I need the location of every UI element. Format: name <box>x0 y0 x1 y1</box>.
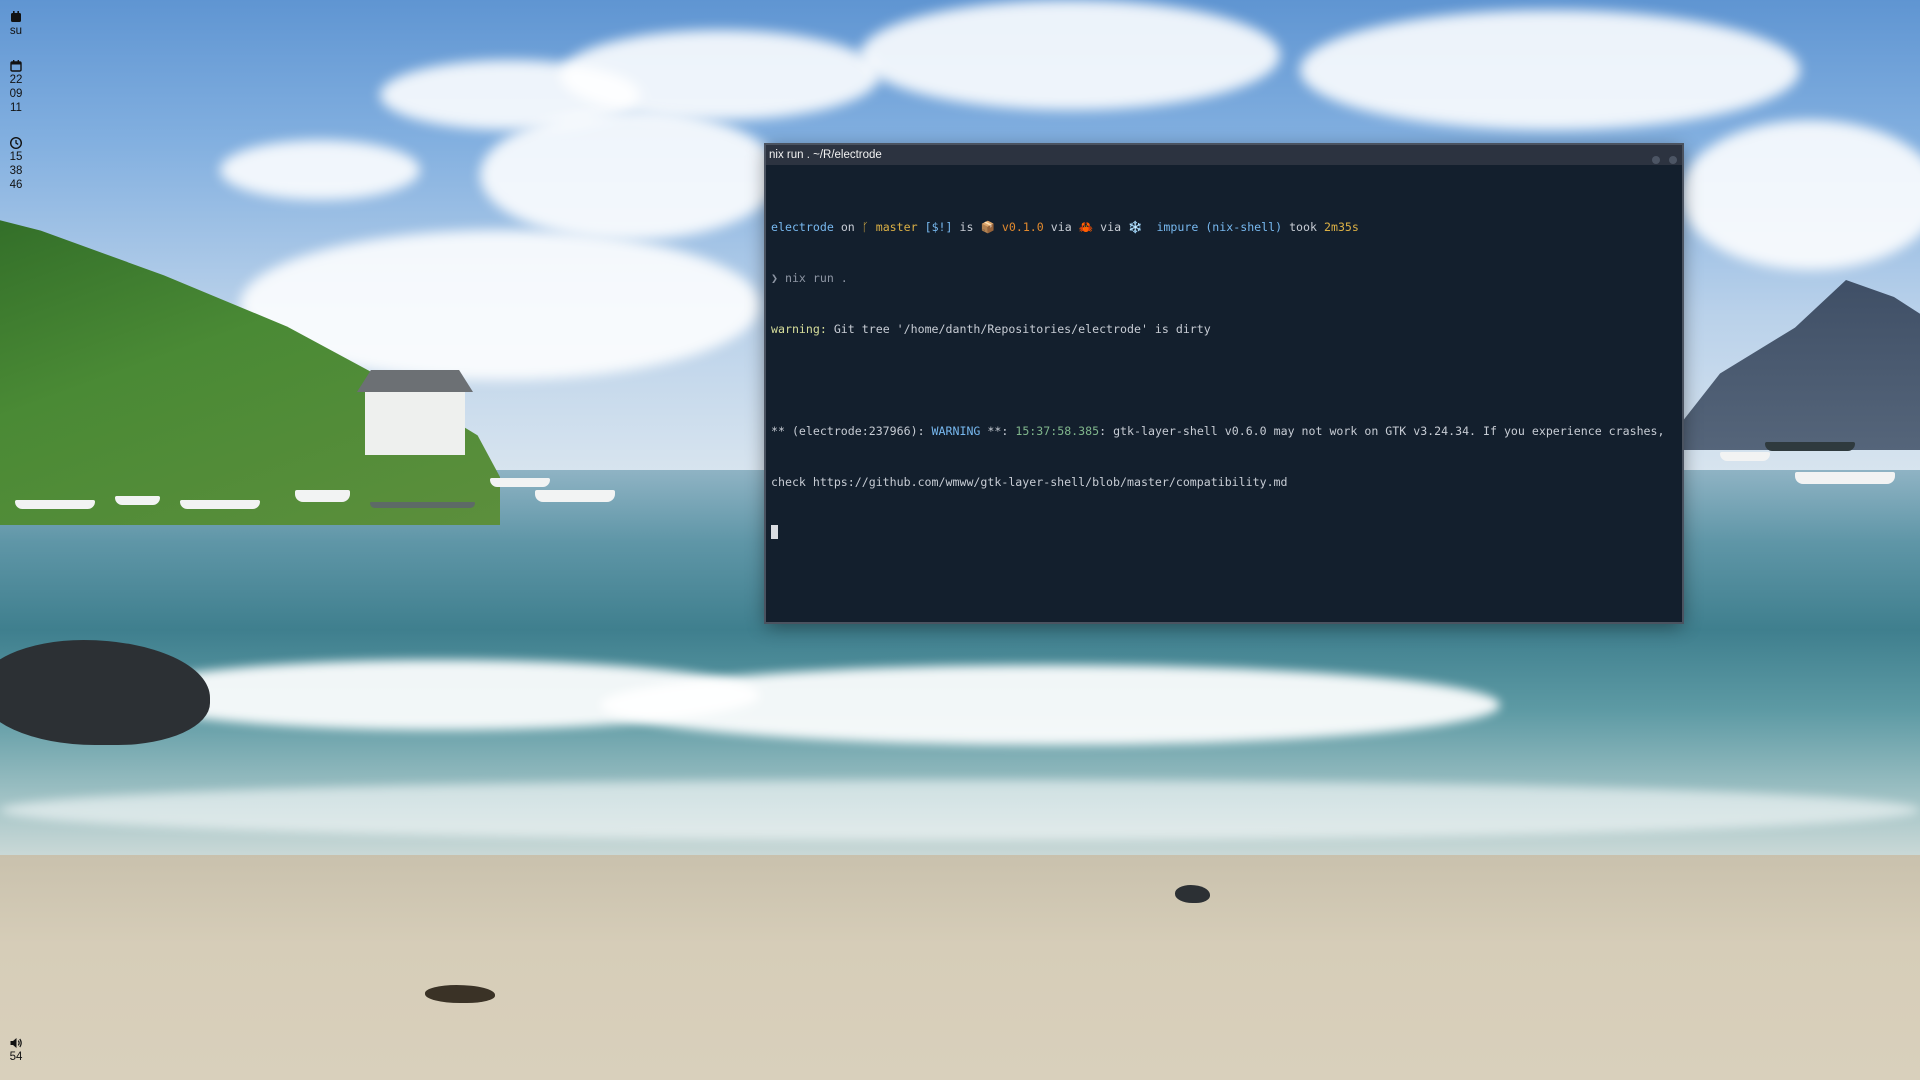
nix-snowflake-icon: ❄️ <box>1128 220 1143 234</box>
weekday-widget: su <box>0 10 32 38</box>
command-text: nix run . <box>784 271 848 285</box>
date-day: 22 <box>9 74 23 86</box>
wallpaper-house <box>365 390 465 455</box>
prompt-on: on <box>840 220 855 234</box>
log-timestamp: 15:37:58.385 <box>1015 424 1100 438</box>
window-titlebar[interactable]: nix run . ~/R/electrode <box>766 145 1682 165</box>
prompt-via-1: via <box>1050 220 1072 234</box>
volume-icon[interactable] <box>9 1036 23 1050</box>
terminal-window[interactable]: nix run . ~/R/electrode electrode on ᚴ m… <box>766 145 1682 622</box>
weekday-label: su <box>9 25 23 37</box>
prompt-is: is <box>959 220 974 234</box>
clock-hours: 15 <box>9 151 23 163</box>
window-title: nix run . ~/R/electrode <box>769 149 882 161</box>
git-branch-icon: ᚴ <box>861 220 869 234</box>
prompt-took: took <box>1289 220 1317 234</box>
log-message-2: check https://github.com/wmww/gtk-layer-… <box>771 475 1288 489</box>
log-line-2: check https://github.com/wmww/gtk-layer-… <box>771 474 1679 491</box>
date-month: 09 <box>9 88 23 100</box>
package-icon: 📦 <box>980 220 995 234</box>
minimize-button[interactable] <box>1651 156 1660 164</box>
prompt-git-status: [$!] <box>924 220 953 234</box>
prompt-directory: electrode <box>771 220 834 234</box>
status-sidebar: su 22 09 11 15 38 46 54 <box>0 0 32 1080</box>
terminal-content[interactable]: electrode on ᚴ master [$!] is 📦 v0.1.0 v… <box>766 165 1682 576</box>
terminal-cursor[interactable] <box>771 525 778 539</box>
clock-widget: 15 38 46 <box>0 136 32 192</box>
calendar-icon <box>10 60 22 72</box>
command-line: ❯ nix run . <box>771 270 1679 287</box>
prompt-version: v0.1.0 <box>1001 220 1044 234</box>
calendar-day-icon <box>11 11 21 22</box>
log-message: : gtk-layer-shell v0.6.0 may not work on… <box>1099 424 1665 438</box>
log-line: ** (electrode:237966): WARNING **: 15:37… <box>771 423 1679 440</box>
volume-widget[interactable]: 54 <box>0 1036 32 1064</box>
rust-crab-icon: 🦀 <box>1078 220 1094 234</box>
prompt-chevron-icon: ❯ <box>771 271 778 285</box>
window-controls <box>1646 151 1677 171</box>
prompt-duration: 2m35s <box>1323 220 1359 234</box>
prompt-nix-shell: impure (nix-shell) <box>1156 220 1283 234</box>
clock-icon <box>9 136 23 150</box>
log-separator: **: <box>987 424 1009 438</box>
prompt-via-2: via <box>1100 220 1122 234</box>
wallpaper-beach <box>0 855 1920 1080</box>
clock-seconds: 46 <box>9 179 23 191</box>
warning-line: warning: Git tree '/home/danth/Repositor… <box>771 321 1679 338</box>
close-button[interactable] <box>1669 156 1677 164</box>
log-prefix: ** (electrode:237966): <box>771 424 925 438</box>
volume-level: 54 <box>9 1051 23 1063</box>
warning-text: Git tree '/home/danth/Repositories/elect… <box>833 322 1211 336</box>
date-year: 11 <box>10 102 22 114</box>
prompt-line: electrode on ᚴ master [$!] is 📦 v0.1.0 v… <box>771 219 1679 236</box>
date-widget: 22 09 11 <box>0 59 32 115</box>
prompt-branch: master <box>875 220 918 234</box>
log-level: WARNING <box>931 424 981 438</box>
warning-label: warning: <box>771 322 827 336</box>
clock-minutes: 38 <box>9 165 23 177</box>
cursor-line <box>771 525 1679 542</box>
